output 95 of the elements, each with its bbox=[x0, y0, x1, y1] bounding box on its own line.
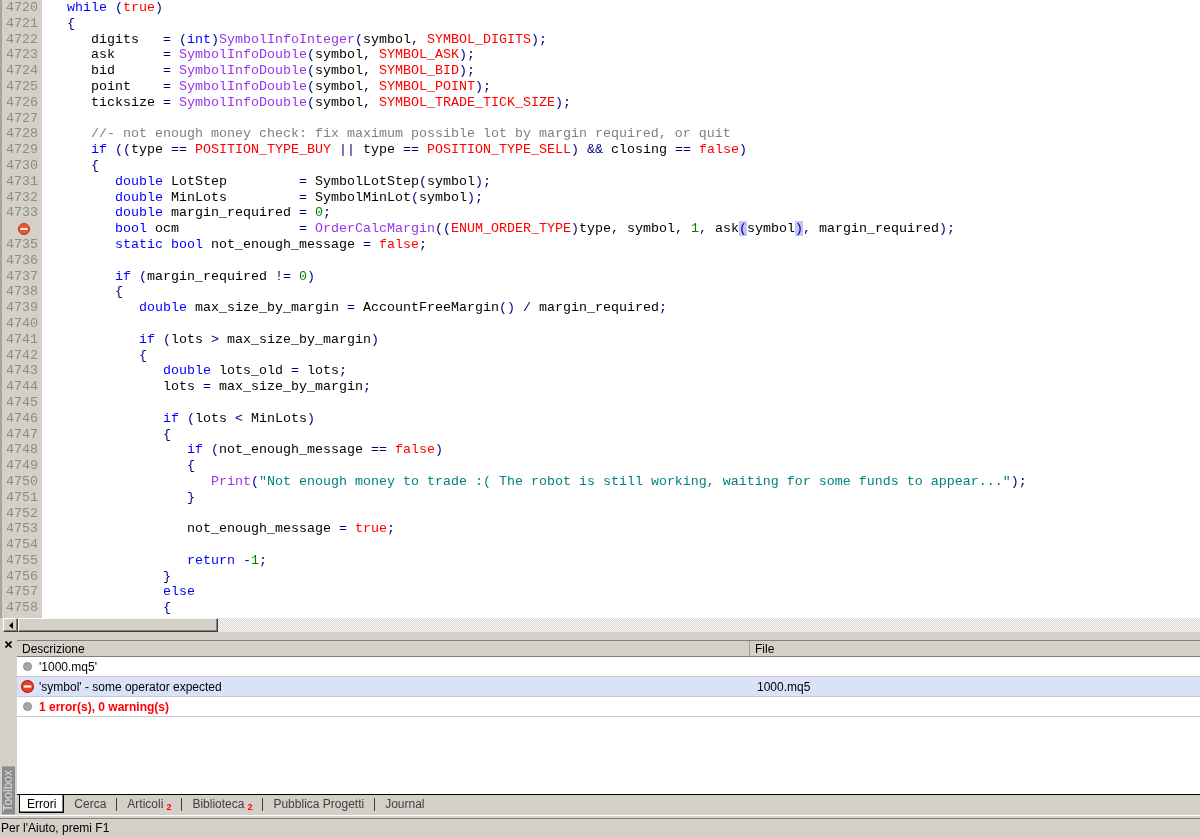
code-line: { bbox=[187, 458, 195, 474]
line-number: 4723 bbox=[6, 47, 38, 64]
stop-icon bbox=[20, 680, 34, 693]
line-number: 4752 bbox=[6, 505, 38, 522]
line-number: 4720 bbox=[6, 0, 38, 16]
code-line: if (lots < MinLots) bbox=[163, 410, 315, 427]
line-number: 4741 bbox=[6, 331, 38, 348]
line-number: 4721 bbox=[6, 15, 38, 32]
column-header[interactable]: Descrizione bbox=[17, 641, 750, 656]
code-line: digits = (int)SymbolInfoInteger(symbol, SYMBOL_DIGITS); bbox=[91, 31, 547, 48]
line-number: 4730 bbox=[6, 157, 38, 174]
panel-tab[interactable]: Biblioteca 2 bbox=[182, 795, 263, 813]
line-number: 4747 bbox=[6, 426, 38, 443]
code-line: not_enough_message = true; bbox=[187, 521, 395, 538]
line-number: 4753 bbox=[6, 521, 38, 538]
scroll-left-button[interactable] bbox=[3, 618, 18, 632]
toolbox-label: Toolbox bbox=[2, 765, 15, 814]
line-number: 4724 bbox=[6, 63, 38, 79]
code-line: static bool not_enough_message = false; bbox=[115, 236, 427, 253]
line-number: 4743 bbox=[6, 363, 38, 380]
line-number: 4727 bbox=[6, 110, 38, 127]
code-line: } bbox=[187, 489, 195, 506]
code-line: { bbox=[163, 426, 171, 443]
line-number: 4749 bbox=[6, 458, 38, 474]
panel-tab[interactable]: Errori bbox=[19, 795, 65, 813]
line-number: 4728 bbox=[6, 126, 38, 143]
line-number: 4745 bbox=[6, 394, 38, 411]
line-number: 4751 bbox=[6, 489, 38, 506]
code-line: lots = max_size_by_margin; bbox=[163, 379, 371, 395]
code-line: bool ocm = OrderCalcMargin((ENUM_ORDER_TYPE)type, symbol, 1, ask(symbol), margin_required); bbox=[115, 221, 955, 237]
code-line: double MinLots = SymbolMinLot(symbol); bbox=[115, 189, 483, 206]
code-line: bid = SymbolInfoDouble(symbol, SYMBOL_BID); bbox=[91, 63, 475, 79]
left-arrow-icon bbox=[8, 621, 13, 629]
code-line: { bbox=[67, 15, 75, 32]
code-line: else bbox=[163, 584, 195, 601]
code-line: while (true) bbox=[67, 0, 163, 16]
line-number: 4739 bbox=[6, 300, 38, 316]
code-line: { bbox=[139, 347, 147, 364]
code-line: } bbox=[163, 568, 171, 585]
line-number: 4732 bbox=[6, 189, 38, 206]
code-line: if (lots > max_size_by_margin) bbox=[139, 331, 379, 348]
line-number: 4737 bbox=[6, 268, 38, 285]
line-number: 4731 bbox=[6, 173, 38, 190]
line-number: 4746 bbox=[6, 410, 38, 427]
code-line: ask = SymbolInfoDouble(symbol, SYMBOL_ASK); bbox=[91, 47, 475, 64]
code-line: double LotStep = SymbolLotStep(symbol); bbox=[115, 173, 491, 190]
line-number: 4733 bbox=[6, 205, 38, 222]
code-line: { bbox=[163, 600, 171, 617]
line-number: 4750 bbox=[6, 473, 38, 490]
status-text: Per l'Aiuto, premi F1 bbox=[1, 821, 110, 835]
code-line: { bbox=[91, 157, 99, 174]
dot-icon bbox=[22, 702, 32, 711]
code-line: point = SymbolInfoDouble(symbol, SYMBOL_POINT); bbox=[91, 79, 491, 95]
code-line: return -1; bbox=[187, 552, 267, 569]
line-number: 4748 bbox=[6, 442, 38, 459]
error-list-row[interactable]: 'symbol' - some operator expected 1000.mq5 bbox=[17, 677, 1200, 697]
panel-tab[interactable]: Cerca bbox=[64, 795, 117, 813]
line-number: 4742 bbox=[6, 347, 38, 364]
code-line: Print("Not enough money to trade :( The robot is still working, waiting for some funds to appear..."); bbox=[210, 473, 1027, 490]
line-number: 4757 bbox=[6, 584, 38, 601]
line-number: 4754 bbox=[6, 537, 38, 553]
code-line: if (margin_required != 0) bbox=[115, 268, 315, 285]
close-icon[interactable] bbox=[5, 641, 12, 648]
panel-tab[interactable]: Articoli 2 bbox=[117, 795, 182, 813]
code-line: if (not_enough_message == false) bbox=[187, 442, 443, 459]
line-number: 4740 bbox=[6, 315, 38, 332]
code-line: { bbox=[115, 284, 123, 301]
code-line: //- not enough money check: fix maximum possible lot by margin required, or quit bbox=[91, 126, 731, 143]
line-number: 4729 bbox=[6, 142, 38, 158]
panel-tab[interactable]: Pubblica Progetti bbox=[263, 795, 375, 813]
tab-count: 2 bbox=[247, 802, 253, 812]
scrollbar-thumb[interactable] bbox=[18, 618, 218, 632]
description-cell: 1 error(s), 0 warning(s) bbox=[39, 699, 170, 714]
panel-tab[interactable]: Journal bbox=[375, 795, 435, 813]
code-line: ticksize = SymbolInfoDouble(symbol, SYMBOL_TRADE_TICK_SIZE); bbox=[91, 94, 571, 111]
line-number: 4735 bbox=[6, 236, 38, 253]
description-cell: '1000.mq5' bbox=[39, 659, 97, 674]
line-number: 4726 bbox=[6, 94, 38, 111]
line-number: 4758 bbox=[6, 600, 38, 617]
description-cell: 'symbol' - some operator expected bbox=[39, 679, 222, 694]
line-number: 4722 bbox=[6, 31, 38, 48]
code-line: double max_size_by_margin = AccountFreeMargin() / margin_required; bbox=[139, 300, 667, 316]
line-number: 4736 bbox=[6, 252, 38, 269]
line-number: 4744 bbox=[6, 379, 38, 395]
code-line: double margin_required = 0; bbox=[115, 205, 331, 222]
code-line: double lots_old = lots; bbox=[163, 363, 347, 380]
tab-count: 2 bbox=[166, 802, 172, 812]
line-number: 4755 bbox=[6, 552, 38, 569]
file-cell-text: 1000.mq5 bbox=[756, 679, 811, 694]
line-number: 4725 bbox=[6, 79, 38, 95]
column-header[interactable]: File bbox=[750, 641, 1200, 656]
code-line: if ((type == POSITION_TYPE_BUY || type == POSITION_TYPE_SELL) && closing == false) bbox=[91, 142, 747, 158]
dot-icon bbox=[22, 662, 32, 671]
line-number: 4738 bbox=[6, 284, 38, 301]
line-number: 4756 bbox=[6, 568, 38, 585]
